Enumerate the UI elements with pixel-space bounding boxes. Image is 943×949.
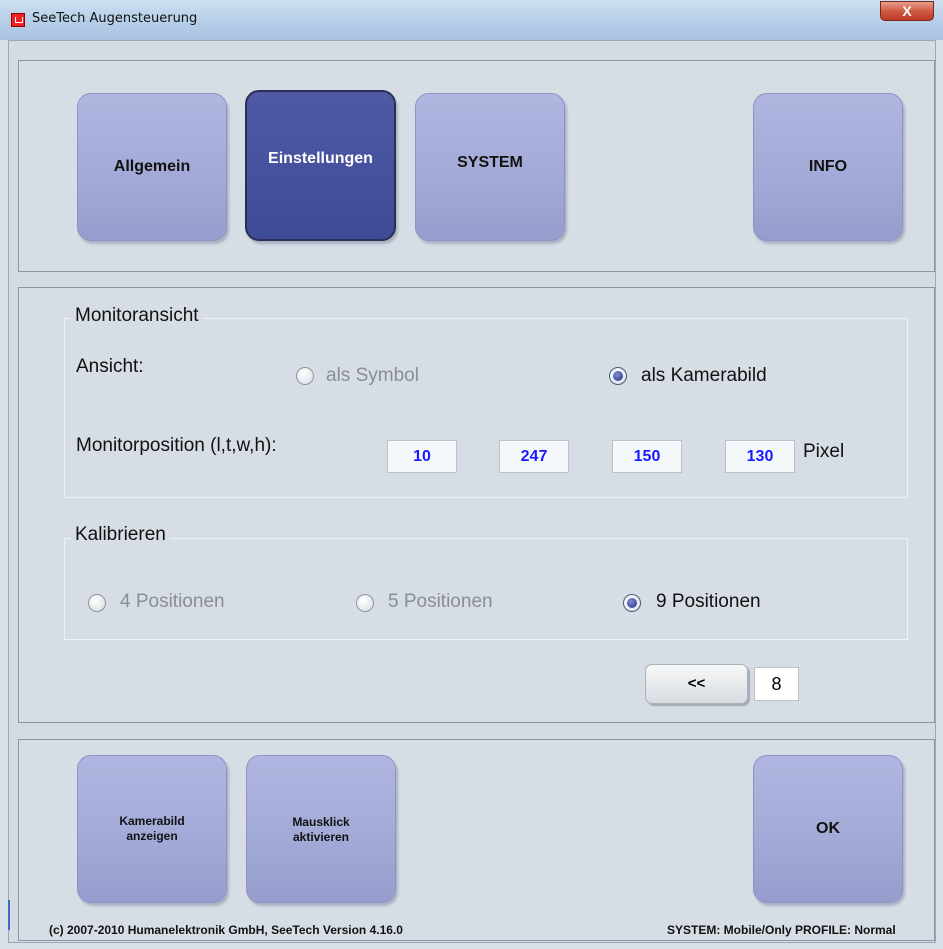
als-kamerabild-label[interactable]: als Kamerabild [641, 365, 767, 387]
kamerabild-line2: anzeigen [126, 829, 178, 843]
close-button[interactable]: X [880, 1, 934, 21]
radio-9-positionen[interactable] [623, 594, 641, 612]
pixel-unit-label: Pixel [803, 441, 845, 462]
als-symbol-label[interactable]: als Symbol [326, 365, 419, 387]
monitoransicht-legend: Monitoransicht [71, 305, 203, 327]
mausklick-aktivieren-button[interactable]: Mausklick aktivieren [246, 755, 396, 903]
monitor-height-field[interactable]: 130 [725, 440, 795, 473]
monitorposition-label: Monitorposition (l,t,w,h): [76, 435, 277, 456]
kalibrieren-group [64, 538, 908, 640]
window-title: SeeTech Augensteuerung [32, 11, 198, 26]
system-button[interactable]: SYSTEM [415, 93, 565, 241]
system-profile-status: SYSTEM: Mobile/Only PROFILE: Normal [667, 923, 896, 937]
monitor-left-field[interactable]: 10 [387, 440, 457, 473]
mausklick-line2: aktivieren [292, 830, 350, 844]
kamerabild-line1: Kamerabild [119, 814, 185, 828]
9-positionen-label[interactable]: 9 Positionen [656, 591, 761, 613]
seetech-window: SeeTech Augensteuerung X Allgemein Einst… [0, 0, 943, 949]
previous-page-button[interactable]: << [645, 664, 748, 704]
ansicht-label: Ansicht: [76, 356, 144, 377]
kalibrieren-legend: Kalibrieren [71, 524, 170, 546]
einstellungen-button[interactable]: Einstellungen [245, 90, 396, 241]
ok-button[interactable]: OK [753, 755, 903, 903]
monitor-width-field[interactable]: 150 [612, 440, 682, 473]
mausklick-line1: Mausklick [292, 815, 350, 829]
radio-5-positionen[interactable] [356, 594, 374, 612]
window-edge-strip [8, 900, 10, 930]
page-number: 8 [754, 667, 799, 701]
monitor-top-field[interactable]: 247 [499, 440, 569, 473]
allgemein-button[interactable]: Allgemein [77, 93, 227, 241]
4-positionen-label[interactable]: 4 Positionen [120, 591, 225, 613]
kamerabild-anzeigen-button[interactable]: Kamerabild anzeigen [77, 755, 227, 903]
copyright-text: (c) 2007-2010 Humanelektronik GmbH, SeeT… [49, 923, 403, 937]
radio-als-symbol[interactable] [296, 367, 314, 385]
radio-4-positionen[interactable] [88, 594, 106, 612]
app-icon [11, 13, 25, 27]
title-bar[interactable]: SeeTech Augensteuerung X [0, 0, 943, 40]
info-button[interactable]: INFO [753, 93, 903, 241]
5-positionen-label[interactable]: 5 Positionen [388, 591, 493, 613]
radio-als-kamerabild[interactable] [609, 367, 627, 385]
